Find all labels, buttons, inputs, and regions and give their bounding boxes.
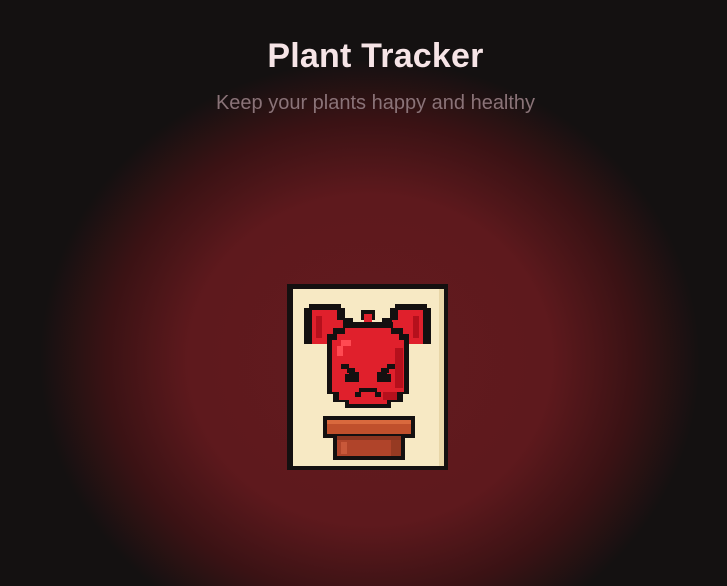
plant-card[interactable] [287,284,448,470]
plant-face-icon [327,322,409,408]
app-header: Plant Tracker Keep your plants happy and… [0,34,727,116]
page-title: Plant Tracker [267,37,484,75]
plant-pot-icon [323,416,415,460]
angry-red-plant-icon [287,284,448,470]
page-subtitle: Keep your plants happy and healthy [215,92,536,114]
